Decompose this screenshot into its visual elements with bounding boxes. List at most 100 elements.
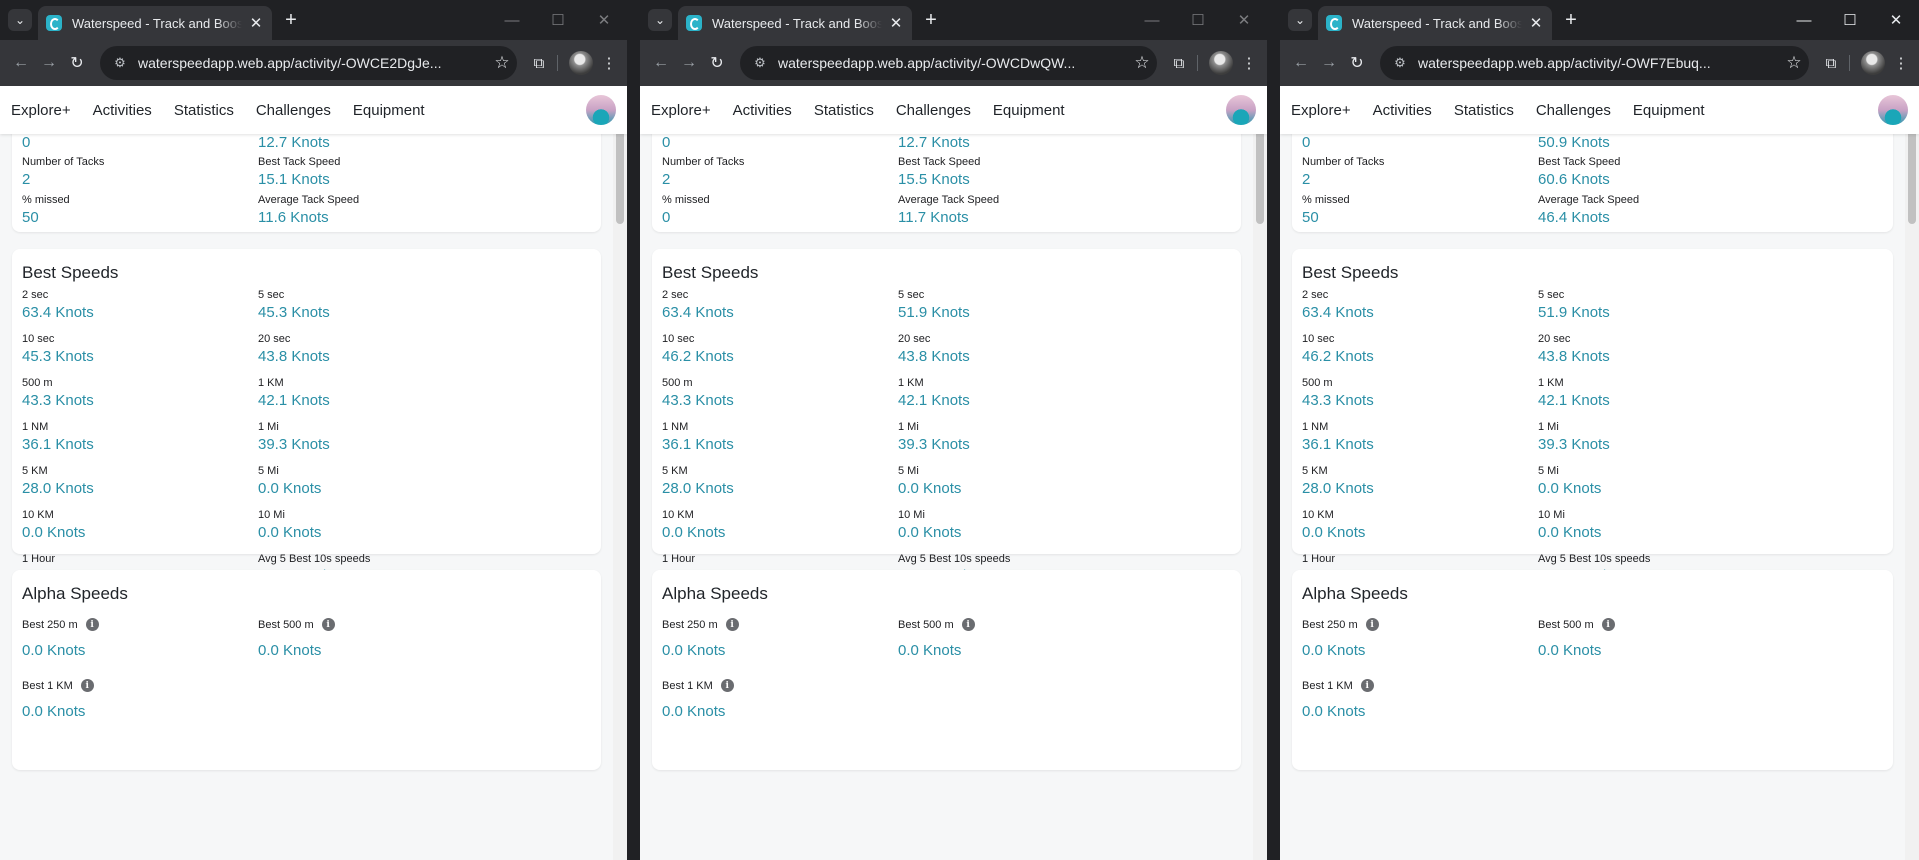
info-icon[interactable]: i bbox=[725, 618, 739, 631]
close-icon[interactable]: ✕ bbox=[888, 14, 904, 32]
nav-item[interactable]: Equipment bbox=[353, 102, 425, 119]
info-icon[interactable]: i bbox=[80, 679, 94, 692]
arrow-left-icon[interactable]: ← bbox=[8, 50, 34, 76]
arrow-right-icon[interactable]: → bbox=[676, 50, 702, 76]
nav-item[interactable]: Activities bbox=[733, 102, 792, 119]
avatar[interactable] bbox=[1878, 95, 1908, 125]
section-title: Alpha Speeds bbox=[1302, 584, 1408, 603]
star-icon[interactable]: ☆ bbox=[1127, 53, 1157, 73]
speed-label: 2 sec bbox=[1302, 289, 1329, 301]
kebab-menu-icon[interactable]: ⋮ bbox=[597, 51, 621, 75]
speed-label: 10 sec bbox=[22, 333, 55, 345]
profile-icon[interactable] bbox=[569, 51, 593, 75]
avatar[interactable] bbox=[1226, 95, 1256, 125]
window-close-icon[interactable]: ✕ bbox=[1873, 0, 1919, 40]
alpha-label-text: Best 500 m bbox=[898, 618, 954, 631]
scrollbar[interactable]: ▲ bbox=[1905, 86, 1919, 860]
info-icon[interactable]: i bbox=[720, 679, 734, 692]
stat-item: Number of Tacks 2 bbox=[662, 156, 744, 188]
speed-label: 5 sec bbox=[1538, 289, 1565, 301]
star-icon[interactable]: ☆ bbox=[487, 53, 517, 73]
window-close-icon[interactable]: ✕ bbox=[1221, 0, 1267, 40]
browser-tab[interactable]: Waterspeed - Track and Boost your Speed ✕ bbox=[1318, 6, 1552, 40]
avatar[interactable] bbox=[586, 95, 616, 125]
reload-icon[interactable]: ↻ bbox=[64, 50, 90, 76]
puzzle-icon[interactable]: ⧉ bbox=[1819, 51, 1843, 75]
nav-item[interactable]: Activities bbox=[93, 102, 152, 119]
browser-tab[interactable]: Waterspeed - Track and Boost your Speed ✕ bbox=[678, 6, 912, 40]
info-icon[interactable]: i bbox=[1360, 679, 1374, 692]
address-bar[interactable]: ⚙ waterspeedapp.web.app/activity/-OWCE2Dg… bbox=[100, 46, 517, 80]
chevron-down-icon[interactable]: ⌄ bbox=[8, 9, 32, 31]
minimize-icon[interactable]: — bbox=[1781, 0, 1827, 40]
speed-label: 1 NM bbox=[1302, 421, 1329, 433]
profile-icon[interactable] bbox=[1209, 51, 1233, 75]
kebab-menu-icon[interactable]: ⋮ bbox=[1237, 51, 1261, 75]
stat-value: 50 bbox=[1302, 209, 1319, 226]
url-text: waterspeedapp.web.app/activity/-OWCE2DgJ… bbox=[138, 55, 442, 71]
nav-item[interactable]: Activities bbox=[1373, 102, 1432, 119]
maximize-icon[interactable]: ☐ bbox=[1175, 0, 1221, 40]
chevron-down-icon[interactable]: ⌄ bbox=[648, 9, 672, 31]
minimize-icon[interactable]: — bbox=[1129, 0, 1175, 40]
info-icon[interactable]: i bbox=[1365, 618, 1379, 631]
scrollbar[interactable]: ▲ bbox=[1253, 86, 1267, 860]
reload-icon[interactable]: ↻ bbox=[704, 50, 730, 76]
speed-value: 0.0 Knots bbox=[662, 524, 726, 541]
window-close-icon[interactable]: ✕ bbox=[581, 0, 627, 40]
puzzle-icon[interactable]: ⧉ bbox=[1167, 51, 1191, 75]
new-tab-plus-icon[interactable]: + bbox=[278, 7, 304, 33]
nav-item[interactable]: Equipment bbox=[1633, 102, 1705, 119]
star-icon[interactable]: ☆ bbox=[1779, 53, 1809, 73]
web-page: Explore+ Activities Statistics Challenges Eq… bbox=[640, 86, 1267, 860]
alpha-value: 0.0 Knots bbox=[1302, 642, 1366, 659]
toolbar-divider bbox=[1849, 55, 1850, 71]
new-tab-plus-icon[interactable]: + bbox=[1558, 7, 1584, 33]
nav-item[interactable]: Statistics bbox=[814, 102, 874, 119]
address-bar[interactable]: ⚙ waterspeedapp.web.app/activity/-OWF7Ebu… bbox=[1380, 46, 1809, 80]
toolbar-divider bbox=[1197, 55, 1198, 71]
speed-item: 5 Mi 0.0 Knots bbox=[1538, 465, 1601, 497]
reload-icon[interactable]: ↻ bbox=[1344, 50, 1370, 76]
tune-icon[interactable]: ⚙ bbox=[1390, 55, 1410, 71]
browser-tab[interactable]: Waterspeed - Track and Boost your Speed ✕ bbox=[38, 6, 272, 40]
new-tab-plus-icon[interactable]: + bbox=[918, 7, 944, 33]
nav-item[interactable]: Explore+ bbox=[1291, 102, 1351, 119]
maximize-icon[interactable]: ☐ bbox=[535, 0, 581, 40]
nav-item[interactable]: Challenges bbox=[896, 102, 971, 119]
info-icon[interactable]: i bbox=[85, 618, 99, 631]
scrollbar[interactable]: ▲ bbox=[613, 86, 627, 860]
address-bar[interactable]: ⚙ waterspeedapp.web.app/activity/-OWCDwQW… bbox=[740, 46, 1157, 80]
arrow-left-icon[interactable]: ← bbox=[1288, 50, 1314, 76]
arrow-right-icon[interactable]: → bbox=[1316, 50, 1342, 76]
maximize-icon[interactable]: ☐ bbox=[1827, 0, 1873, 40]
tune-icon[interactable]: ⚙ bbox=[110, 55, 130, 71]
alpha-item: Best 1 KM i 0.0 Knots bbox=[22, 679, 94, 720]
info-icon[interactable]: i bbox=[961, 618, 975, 631]
puzzle-icon[interactable]: ⧉ bbox=[527, 51, 551, 75]
nav-item[interactable]: Explore+ bbox=[651, 102, 711, 119]
stat-value: 15.1 Knots bbox=[258, 171, 330, 188]
arrow-right-icon[interactable]: → bbox=[36, 50, 62, 76]
arrow-left-icon[interactable]: ← bbox=[648, 50, 674, 76]
info-icon[interactable]: i bbox=[1601, 618, 1615, 631]
close-icon[interactable]: ✕ bbox=[248, 14, 264, 32]
nav-item[interactable]: Explore+ bbox=[11, 102, 71, 119]
speed-item: 5 sec 51.9 Knots bbox=[898, 289, 970, 321]
info-icon[interactable]: i bbox=[321, 618, 335, 631]
kebab-menu-icon[interactable]: ⋮ bbox=[1889, 51, 1913, 75]
nav-item[interactable]: Statistics bbox=[1454, 102, 1514, 119]
nav-item[interactable]: Challenges bbox=[1536, 102, 1611, 119]
profile-icon[interactable] bbox=[1861, 51, 1885, 75]
close-icon[interactable]: ✕ bbox=[1528, 14, 1544, 32]
speed-label: 5 sec bbox=[898, 289, 925, 301]
alpha-value: 0.0 Knots bbox=[1302, 703, 1366, 720]
nav-item[interactable]: Equipment bbox=[993, 102, 1065, 119]
nav-item[interactable]: Statistics bbox=[174, 102, 234, 119]
alpha-item: Best 250 m i 0.0 Knots bbox=[1302, 618, 1379, 659]
tune-icon[interactable]: ⚙ bbox=[750, 55, 770, 71]
nav-item[interactable]: Challenges bbox=[256, 102, 331, 119]
minimize-icon[interactable]: — bbox=[489, 0, 535, 40]
chevron-down-icon[interactable]: ⌄ bbox=[1288, 9, 1312, 31]
speed-label: 5 Mi bbox=[258, 465, 279, 477]
